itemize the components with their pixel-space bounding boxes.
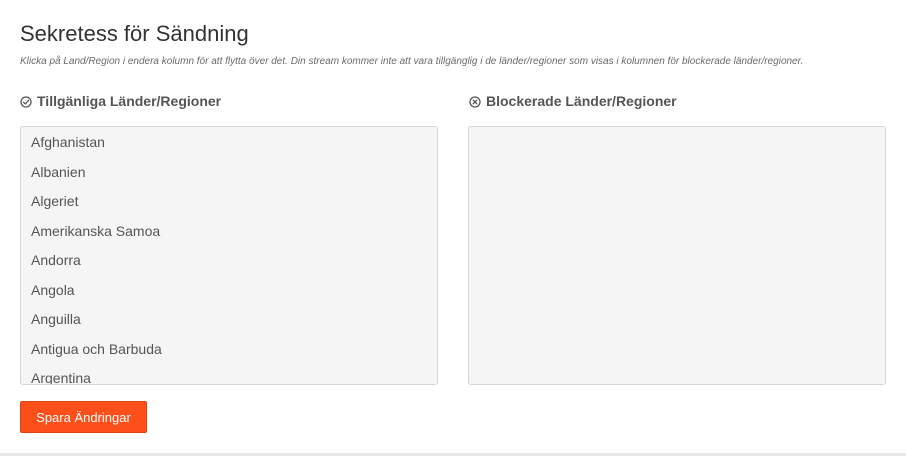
country-item[interactable]: Algeriet bbox=[21, 189, 437, 219]
country-item[interactable]: Afghanistan bbox=[21, 130, 437, 160]
blocked-column-label: Blockerade Länder/Regioner bbox=[486, 93, 677, 109]
available-countries-list[interactable]: Afghanistan Albanien Algeriet Amerikanska S… bbox=[20, 126, 438, 385]
country-item[interactable]: Amerikanska Samoa bbox=[21, 219, 437, 249]
country-item[interactable]: Argentina bbox=[21, 366, 437, 384]
x-circle-icon bbox=[469, 95, 481, 108]
blocked-countries-list[interactable] bbox=[468, 126, 886, 385]
page-title: Sekretess för Sändning bbox=[20, 21, 249, 46]
country-item[interactable]: Andorra bbox=[21, 248, 437, 278]
country-item[interactable]: Antigua och Barbuda bbox=[21, 337, 437, 367]
check-circle-icon bbox=[20, 95, 32, 108]
save-changes-button[interactable]: Spara Ändringar bbox=[20, 401, 147, 433]
available-column-label: Tillgänliga Länder/Regioner bbox=[37, 93, 222, 109]
available-column-header: Tillgänliga Länder/Regioner bbox=[20, 93, 221, 109]
page-subtitle: Klicka på Land/Region i endera kolumn fö… bbox=[20, 56, 804, 67]
available-list-items: Afghanistan Albanien Algeriet Amerikanska S… bbox=[21, 127, 437, 384]
country-item[interactable]: Angola bbox=[21, 278, 437, 308]
country-item[interactable]: Anguilla bbox=[21, 307, 437, 337]
blocked-column-header: Blockerade Länder/Regioner bbox=[469, 93, 677, 109]
country-item[interactable]: Albanien bbox=[21, 160, 437, 190]
blocked-list-items bbox=[469, 127, 885, 130]
broadcast-privacy-panel: Sekretess för Sändning Klicka på Land/Re… bbox=[0, 0, 906, 456]
